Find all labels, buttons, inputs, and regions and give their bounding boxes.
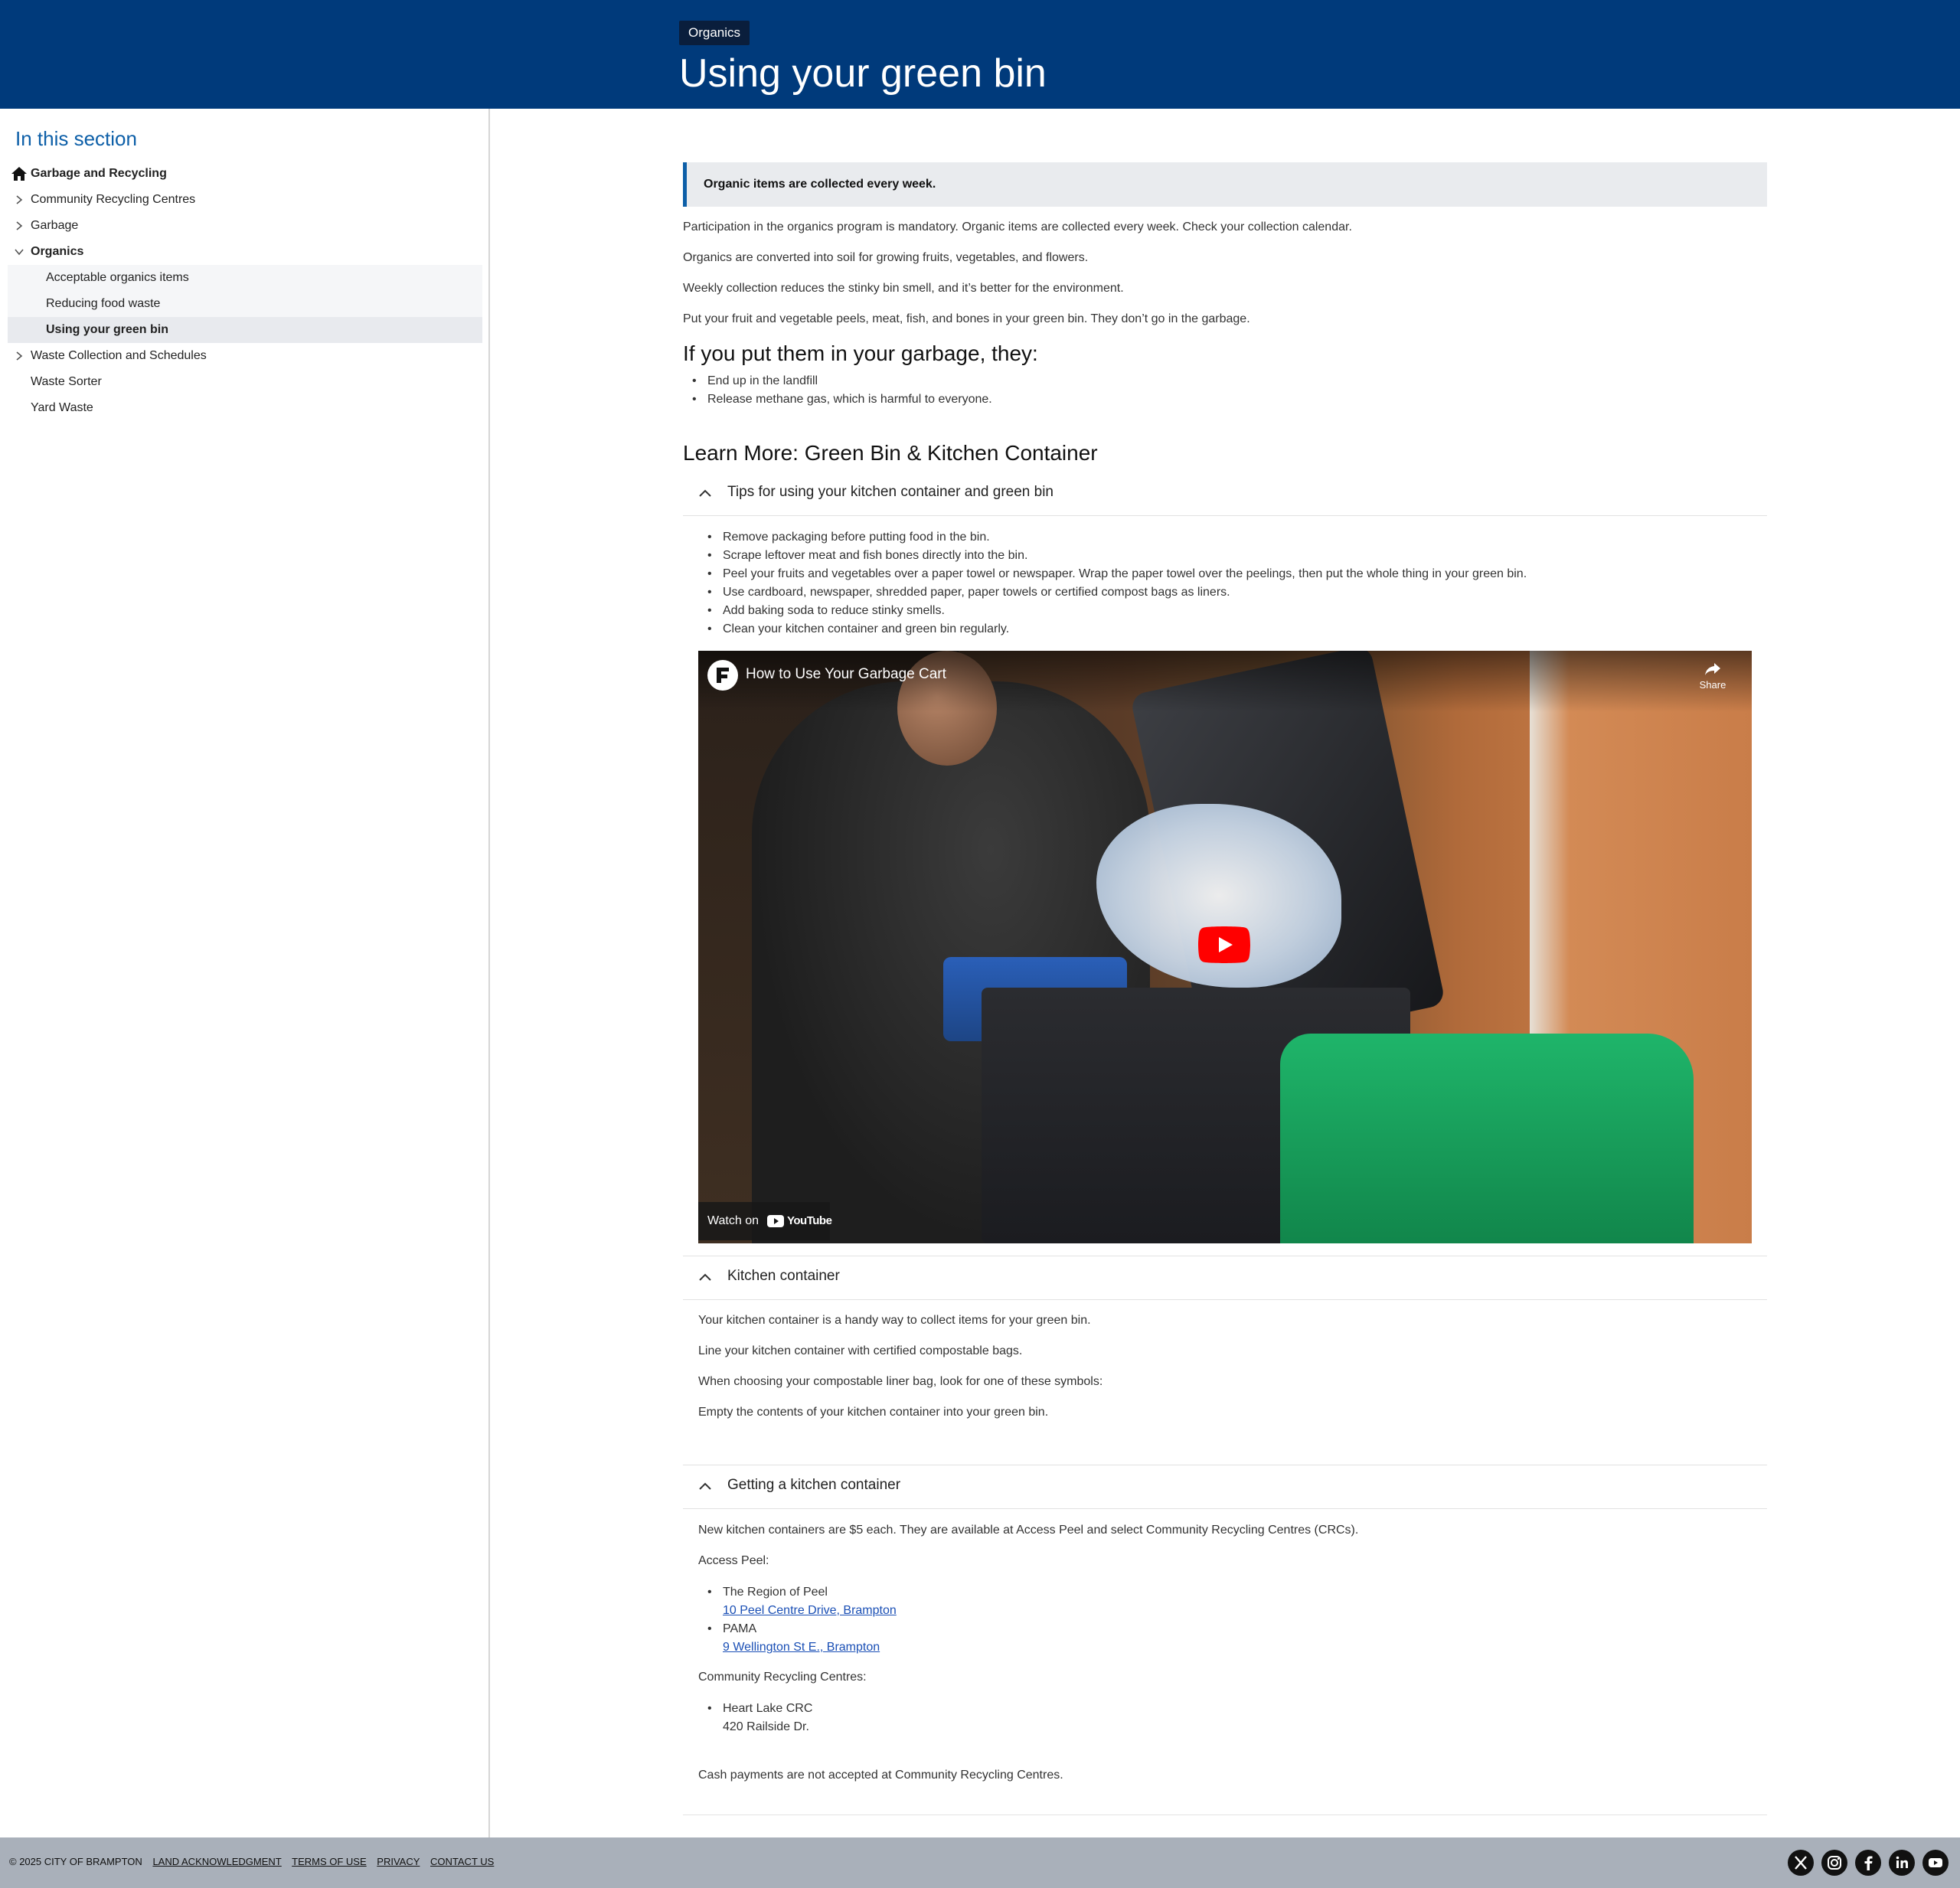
- footer-link-contact-us[interactable]: CONTACT US: [430, 1856, 494, 1867]
- list-item: Clean your kitchen container and green b…: [707, 620, 1527, 639]
- sidebar-item-label: Yard Waste: [31, 401, 93, 414]
- footer-link-privacy[interactable]: PRIVACY: [377, 1856, 420, 1867]
- instagram-icon[interactable]: [1821, 1850, 1847, 1876]
- sidebar-item-label: Acceptable organics items: [46, 271, 189, 284]
- sidebar-item-reducing-food-waste[interactable]: Reducing food waste: [8, 291, 482, 317]
- footer-link-terms-of-use[interactable]: TERMS OF USE: [292, 1856, 367, 1867]
- footer-link-land-acknowledgment[interactable]: LAND ACKNOWLEDGMENT: [152, 1856, 281, 1867]
- video-title[interactable]: How to Use Your Garbage Cart: [746, 666, 946, 683]
- crc-label: Community Recycling Centres:: [698, 1671, 867, 1684]
- chevron-up-icon: [699, 1273, 711, 1281]
- learn-more-heading: Learn More: Green Bin & Kitchen Containe…: [683, 441, 1098, 465]
- sidebar-item-label: Waste Sorter: [31, 375, 102, 388]
- garbage-heading: If you put them in your garbage, they:: [683, 341, 1038, 365]
- location-name: The Region of Peel: [723, 1586, 828, 1599]
- kitchen-paragraph: Line your kitchen container with certifi…: [698, 1344, 1023, 1357]
- location-name: Heart Lake CRC: [723, 1702, 813, 1715]
- sidebar-item-organics[interactable]: Organics: [8, 239, 482, 265]
- garbage-list: End up in the landfill Release methane g…: [692, 372, 992, 409]
- chevron-right-icon[interactable]: [14, 220, 24, 231]
- channel-logo-icon[interactable]: [707, 660, 738, 691]
- sidebar-item-label: Garbage: [31, 219, 79, 232]
- sidebar-item-waste-sorter[interactable]: Waste Sorter: [8, 369, 482, 395]
- page-title: Using your green bin: [679, 51, 1047, 96]
- youtube-icon[interactable]: [1922, 1850, 1949, 1876]
- list-item: Use cardboard, newspaper, shredded paper…: [707, 583, 1527, 602]
- chevron-right-icon[interactable]: [14, 351, 24, 361]
- linkedin-icon[interactable]: [1889, 1850, 1915, 1876]
- intro-paragraph: Participation in the organics program is…: [683, 220, 1352, 234]
- accordion-kitchen-container-header[interactable]: Kitchen container: [683, 1257, 1767, 1300]
- share-icon: [1705, 663, 1720, 675]
- youtube-wordmark: YouTube: [787, 1214, 832, 1227]
- access-peel-list: The Region of Peel 10 Peel Centre Drive,…: [707, 1583, 897, 1657]
- kitchen-paragraph: Empty the contents of your kitchen conta…: [698, 1406, 1049, 1419]
- list-item: PAMA 9 Wellington St E., Brampton: [707, 1620, 897, 1657]
- address-link[interactable]: 9 Wellington St E., Brampton: [723, 1638, 897, 1657]
- accordion-getting-kitchen-container-header[interactable]: Getting a kitchen container: [683, 1466, 1767, 1509]
- kitchen-paragraph: Your kitchen container is a handy way to…: [698, 1314, 1091, 1327]
- video-frame-green-cart: [1280, 1034, 1694, 1243]
- container-intro: New kitchen containers are $5 each. They…: [698, 1524, 1359, 1537]
- chevron-up-icon: [699, 1482, 711, 1490]
- address-link[interactable]: 10 Peel Centre Drive, Brampton: [723, 1602, 897, 1620]
- sidebar-item-waste-collection-and-schedules[interactable]: Waste Collection and Schedules: [8, 343, 482, 369]
- chevron-right-icon[interactable]: [14, 194, 24, 205]
- breadcrumb[interactable]: Organics: [679, 21, 750, 45]
- section-nav-title: In this section: [15, 127, 137, 150]
- kitchen-paragraph: When choosing your compostable liner bag…: [698, 1375, 1103, 1388]
- page-header: Organics Using your green bin: [0, 0, 1960, 109]
- page-footer: © 2025 CITY OF BRAMPTON LAND ACKNOWLEDGM…: [0, 1837, 1960, 1888]
- accordion-title: Kitchen container: [727, 1268, 840, 1284]
- share-label: Share: [1699, 679, 1726, 691]
- access-peel-label: Access Peel:: [698, 1554, 769, 1567]
- share-button[interactable]: Share: [1695, 661, 1730, 691]
- list-item: Remove packaging before putting food in …: [707, 528, 1527, 547]
- footer-links: © 2025 CITY OF BRAMPTON LAND ACKNOWLEDGM…: [9, 1856, 501, 1867]
- list-item: Add baking soda to reduce stinky smells.: [707, 602, 1527, 620]
- sidebar-item-using-your-green-bin[interactable]: Using your green bin: [8, 317, 482, 343]
- sidebar-item-label: Reducing food waste: [46, 297, 161, 310]
- sidebar-item-label: Organics: [31, 245, 84, 258]
- list-item: Release methane gas, which is harmful to…: [692, 390, 992, 409]
- facebook-icon[interactable]: [1855, 1850, 1881, 1876]
- sidebar-item-acceptable-organics-items[interactable]: Acceptable organics items: [8, 265, 482, 291]
- cash-note: Cash payments are not accepted at Commun…: [698, 1769, 1063, 1782]
- section-nav: In this section Garbage and Recycling Co…: [0, 109, 490, 1837]
- chevron-down-icon[interactable]: [14, 247, 24, 257]
- sidebar-item-yard-waste[interactable]: Yard Waste: [8, 395, 482, 421]
- youtube-video-embed[interactable]: How to Use Your Garbage Cart Share Watch…: [698, 651, 1752, 1243]
- sidebar-item-garbage[interactable]: Garbage: [8, 213, 482, 239]
- location-address: 420 Railside Dr.: [723, 1720, 809, 1733]
- sidebar-item-garbage-and-recycling[interactable]: Garbage and Recycling: [8, 161, 482, 187]
- sidebar-item-label: Community Recycling Centres: [31, 193, 196, 206]
- home-icon: [11, 167, 27, 181]
- watch-on-youtube-button[interactable]: Watch on YouTube: [698, 1202, 832, 1240]
- copyright: © 2025 CITY OF BRAMPTON: [9, 1856, 142, 1867]
- location-name: PAMA: [723, 1622, 757, 1635]
- accordion-title: Getting a kitchen container: [727, 1477, 901, 1493]
- x-icon[interactable]: [1788, 1850, 1814, 1876]
- chevron-up-icon: [699, 489, 711, 497]
- sidebar-item-community-recycling-centres[interactable]: Community Recycling Centres: [8, 187, 482, 213]
- list-item: End up in the landfill: [692, 372, 992, 390]
- tips-list: Remove packaging before putting food in …: [707, 528, 1527, 639]
- watch-on-label: Watch on: [707, 1214, 759, 1227]
- crc-list: Heart Lake CRC 420 Railside Dr.: [707, 1700, 812, 1736]
- intro-paragraph: Put your fruit and vegetable peels, meat…: [683, 312, 1250, 325]
- list-item: Peel your fruits and vegetables over a p…: [707, 565, 1527, 583]
- accordion-title: Tips for using your kitchen container an…: [727, 484, 1054, 500]
- intro-paragraph: Organics are converted into soil for gro…: [683, 251, 1089, 264]
- intro-paragraph: Weekly collection reduces the stinky bin…: [683, 282, 1124, 295]
- list-item: Heart Lake CRC 420 Railside Dr.: [707, 1700, 812, 1736]
- list-item: The Region of Peel 10 Peel Centre Drive,…: [707, 1583, 897, 1620]
- accordion-tips-header[interactable]: Tips for using your kitchen container an…: [683, 473, 1767, 516]
- sidebar-item-label: Waste Collection and Schedules: [31, 349, 207, 362]
- sidebar-item-label: Using your green bin: [46, 323, 169, 336]
- collection-callout: Organic items are collected every week.: [683, 162, 1767, 207]
- sidebar-item-label: Garbage and Recycling: [31, 167, 167, 180]
- list-item: Scrape leftover meat and fish bones dire…: [707, 547, 1527, 565]
- play-button-icon[interactable]: [1198, 926, 1250, 963]
